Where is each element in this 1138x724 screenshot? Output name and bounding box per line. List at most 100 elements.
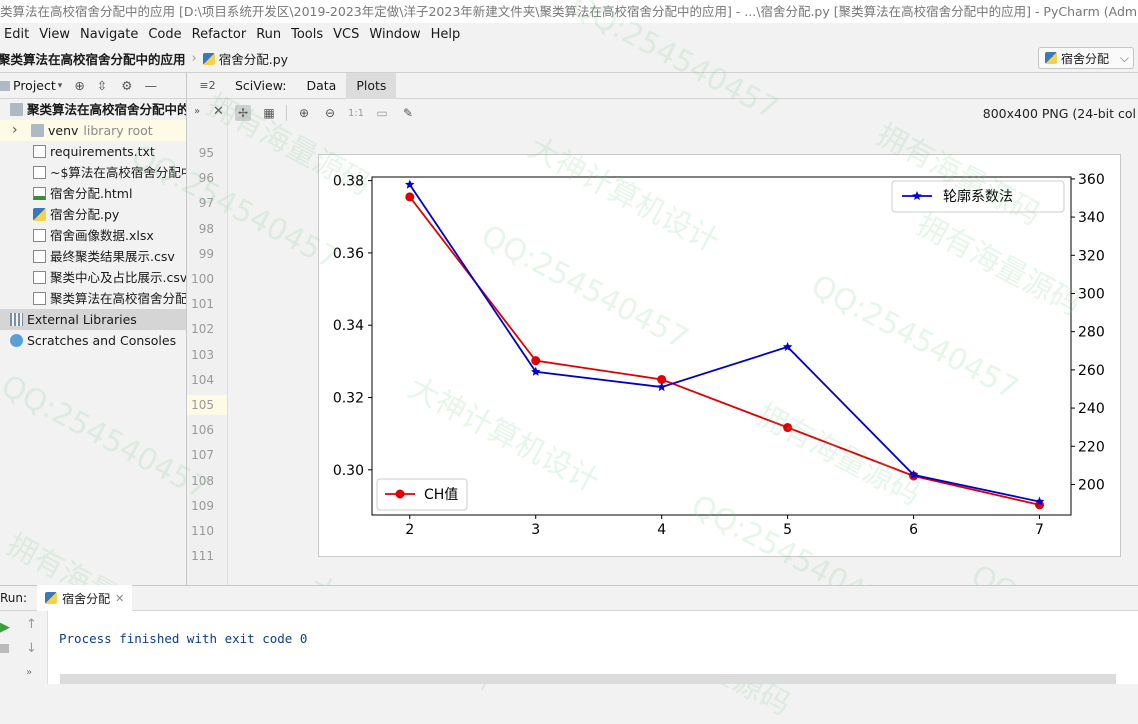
collapse-editor-icon[interactable]: » [194, 106, 200, 117]
python-file-icon [45, 592, 58, 604]
line-number: 109 [191, 498, 214, 513]
legend-label: 轮廓系数法 [943, 188, 1013, 205]
python-file-icon [202, 52, 215, 65]
plot-image[interactable]: 2 3 4 5 6 7 0.30 0.32 0.34 0.36 0.38 200 220 240 260 28… [318, 154, 1121, 557]
sciview-label: SciView: [235, 77, 287, 93]
run-panel-header: Run: 宿舍分配 ✕ [0, 585, 1138, 611]
window-title: 类算法在高校宿舍分配中的应用 [D:\项目系统开发区\2019-2023年定做\… [0, 0, 1138, 23]
scroll-up-icon[interactable]: ↑ [26, 617, 37, 632]
menu-help[interactable]: Help [427, 27, 465, 42]
y-right-tick-label: 240 [1078, 401, 1105, 417]
menu-navigate[interactable]: Navigate [76, 27, 142, 42]
line-number: 99 [198, 246, 214, 261]
menu-run[interactable]: Run [252, 27, 285, 42]
project-tree: 聚类算法在高校宿舍分配中的应用 › venv library root requirem… [0, 99, 186, 585]
y-right-tick-label: 300 [1078, 286, 1105, 302]
data-point [656, 382, 667, 392]
menu-tools[interactable]: Tools [287, 27, 327, 42]
line-number: 97 [198, 196, 214, 211]
run-tab[interactable]: 宿舍分配 ✕ [37, 585, 133, 611]
fit-zoom-icon[interactable]: ✢ [235, 105, 251, 121]
color-picker-icon[interactable]: ✎ [400, 105, 416, 121]
tree-item[interactable]: External Libraries [0, 309, 186, 330]
close-icon[interactable]: ✕ [213, 104, 224, 119]
y-right-tick-label: 200 [1078, 477, 1105, 493]
x-tick-label: 5 [783, 522, 792, 538]
breadcrumb-project[interactable]: 聚类算法在高校宿舍分配中的应用 [0, 49, 186, 68]
rerun-icon[interactable]: ▶ [0, 620, 10, 635]
stop-icon[interactable] [0, 644, 9, 653]
project-panel-header: Project ▾ ⊕ ⇳ ⚙ — [0, 73, 186, 99]
tree-item[interactable]: 宿舍画像数据.xlsx [0, 225, 186, 246]
y-right-tick-label: 220 [1078, 439, 1105, 455]
line-number: 108 [191, 473, 214, 488]
y-left-tick-label: 0.30 [333, 463, 364, 479]
line-number: 103 [191, 347, 214, 362]
toolbar-separator [286, 105, 287, 121]
y-right-tick-label: 320 [1078, 248, 1105, 264]
more-icon[interactable]: » [26, 667, 32, 678]
tree-item[interactable]: requirements.txt [0, 141, 186, 162]
chevron-down-icon[interactable]: ▾ [58, 81, 63, 91]
tab-list-icon[interactable]: ≡2 [199, 79, 215, 92]
hide-panel-icon[interactable]: — [145, 78, 158, 93]
tree-item-label: ~$算法在高校宿舍分配中的 [50, 165, 186, 180]
menu-vcs[interactable]: VCS [329, 27, 363, 42]
scroll-down-icon[interactable]: ↓ [26, 641, 37, 656]
tab-plots[interactable]: Plots [346, 72, 397, 99]
line-number: 105 [187, 395, 227, 415]
tree-item[interactable]: 聚类中心及占比展示.csv [0, 267, 186, 288]
x-tick-label: 6 [909, 522, 918, 538]
grid-icon[interactable]: ▦ [261, 105, 277, 121]
collapse-all-icon[interactable]: ⇳ [97, 78, 107, 93]
tree-item[interactable]: 聚类算法在高校宿舍分配中的 [0, 288, 186, 309]
tree-item[interactable]: 宿舍分配.html [0, 183, 186, 204]
tree-item-label: venv [48, 123, 79, 138]
tree-item-label: 聚类算法在高校宿舍分配中的应用 [27, 102, 186, 117]
menu-window[interactable]: Window [365, 27, 424, 42]
breadcrumb-file[interactable]: 宿舍分配.py [202, 49, 289, 68]
editor-gutter: » ✕ 95 96 97 98 99 100 101 102 103 104 105 106 107 10… [186, 99, 228, 585]
sciview-tab-bar: SciView: Data Plots [228, 72, 1138, 99]
tree-item[interactable]: 最终聚类结果展示.csv [0, 246, 186, 267]
file-icon [33, 250, 46, 263]
run-label: Run: [0, 591, 28, 605]
run-configuration-select[interactable]: 宿舍分配 ⌵ [1038, 47, 1134, 69]
zoom-out-icon[interactable]: ⊖ [322, 105, 338, 121]
locate-icon[interactable]: ⊕ [74, 78, 84, 93]
tree-item[interactable]: 聚类算法在高校宿舍分配中的应用 [0, 99, 186, 120]
run-output[interactable]: Process finished with exit code 0 [48, 611, 1138, 684]
tree-item[interactable]: ~$算法在高校宿舍分配中的 [0, 162, 186, 183]
gear-icon[interactable]: ⚙ [121, 78, 132, 93]
run-output-text: Process finished with exit code 0 [59, 631, 308, 646]
chevron-right-icon[interactable]: › [12, 120, 18, 141]
menu-view[interactable]: View [35, 27, 74, 42]
tree-item[interactable]: Scratches and Consoles [0, 330, 186, 351]
python-file-icon [1045, 52, 1057, 64]
tree-item-label: 宿舍画像数据.xlsx [50, 228, 154, 243]
chart-svg: 2 3 4 5 6 7 0.30 0.32 0.34 0.36 0.38 200 220 240 260 28… [333, 172, 1105, 538]
line-number: 95 [198, 146, 214, 160]
tree-item-label: 宿舍分配.html [50, 186, 133, 201]
horizontal-scrollbar[interactable] [60, 674, 1116, 684]
scratch-icon [10, 334, 23, 347]
tree-item[interactable]: › venv library root [0, 120, 186, 141]
menu-refactor[interactable]: Refactor [188, 27, 251, 42]
menu-edit[interactable]: Edit [0, 27, 33, 42]
breadcrumb-separator: › [191, 51, 197, 66]
close-icon[interactable]: ✕ [115, 592, 124, 605]
fit-window-icon[interactable]: ▭ [374, 105, 390, 121]
zoom-in-icon[interactable]: ⊕ [296, 105, 312, 121]
run-configuration-label: 宿舍分配 [1061, 51, 1110, 66]
line-number: 104 [191, 372, 214, 387]
breadcrumb-file-label: 宿舍分配.py [218, 52, 289, 67]
tree-item[interactable]: 宿舍分配.py [0, 204, 186, 225]
folder-icon [10, 103, 23, 116]
project-view-select[interactable]: Project [13, 78, 56, 93]
y-left-tick-label: 0.38 [333, 174, 364, 190]
editor-tab-menu[interactable]: ≡2 [186, 73, 228, 99]
actual-size-icon[interactable]: 1:1 [348, 105, 364, 121]
menu-code[interactable]: Code [144, 27, 185, 42]
tab-data[interactable]: Data [296, 73, 346, 99]
y-right-tick-label: 360 [1078, 172, 1105, 188]
